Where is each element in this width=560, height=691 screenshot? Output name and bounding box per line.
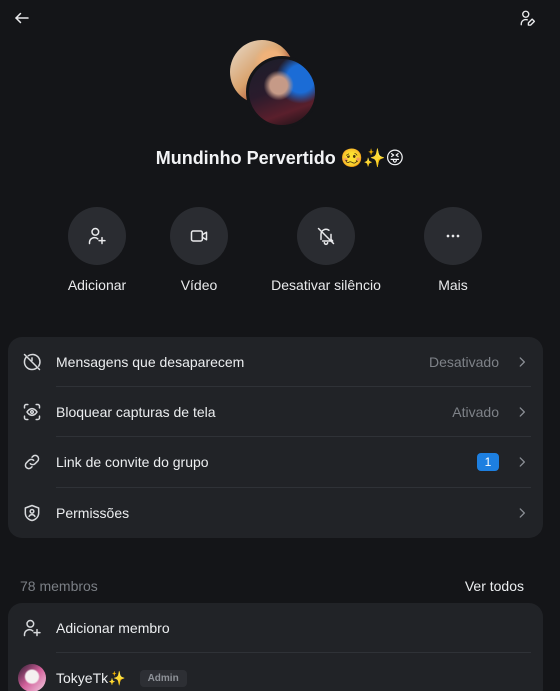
- video-action-circle[interactable]: [170, 207, 228, 265]
- members-header: 78 membros Ver todos: [20, 576, 524, 596]
- group-title: Mundinho Pervertido 🥴✨😝: [155, 148, 405, 168]
- member-row[interactable]: TokyeTk✨ Admin: [8, 653, 543, 691]
- more-action-circle[interactable]: [424, 207, 482, 265]
- add-action-circle[interactable]: [68, 207, 126, 265]
- action-bar: Adicionar Vídeo Desativar silêncio Mais: [0, 207, 560, 297]
- chevron-right-icon: [511, 355, 533, 369]
- edit-group-button[interactable]: [516, 6, 540, 30]
- shield-person-icon: [8, 503, 56, 523]
- block-screenshots-row[interactable]: Bloquear capturas de tela Ativado: [8, 387, 543, 437]
- more-action[interactable]: Mais: [383, 207, 523, 293]
- video-camera-icon: [190, 230, 208, 242]
- back-button[interactable]: [10, 6, 34, 30]
- add-member-row[interactable]: Adicionar membro: [8, 603, 543, 653]
- group-avatar-primary: [246, 56, 318, 128]
- members-card: Adicionar membro TokyeTk✨ Admin: [8, 603, 543, 691]
- permissions-row[interactable]: Permissões: [8, 488, 543, 538]
- more-action-label: Mais: [438, 277, 468, 293]
- disappearing-messages-row[interactable]: Mensagens que desaparecem Desativado: [8, 337, 543, 387]
- invite-link-label: Link de convite do grupo: [56, 454, 209, 470]
- group-avatar-stack[interactable]: [230, 40, 320, 130]
- chevron-right-icon: [511, 506, 533, 520]
- member-avatar-wrap: [8, 664, 56, 691]
- invite-link-badge: 1: [477, 453, 499, 471]
- unmute-action-label: Desativar silêncio: [271, 277, 381, 293]
- unmute-action-circle[interactable]: [297, 207, 355, 265]
- video-action-label: Vídeo: [180, 277, 218, 293]
- admin-badge: Admin: [139, 669, 187, 687]
- bell-off-icon: [317, 227, 335, 246]
- disappearing-messages-value: Desativado: [428, 354, 499, 370]
- timer-off-icon: [8, 352, 56, 372]
- see-all-members-link[interactable]: Ver todos: [465, 578, 524, 594]
- add-member-label: Adicionar membro: [56, 620, 170, 636]
- group-settings-card: Mensagens que desaparecem Desativado Blo…: [8, 337, 543, 538]
- permissions-label: Permissões: [56, 505, 130, 521]
- avatar: [18, 664, 46, 691]
- unmute-action[interactable]: Desativar silêncio: [256, 207, 396, 293]
- block-screenshots-label: Bloquear capturas de tela: [56, 404, 216, 420]
- chevron-right-icon: [511, 455, 533, 469]
- invite-link-row[interactable]: Link de convite do grupo 1: [8, 437, 543, 487]
- disappearing-messages-label: Mensagens que desaparecem: [56, 354, 245, 370]
- member-name: TokyeTk✨: [56, 669, 126, 686]
- members-count: 78 membros: [20, 578, 98, 594]
- arrow-left-icon: [15, 12, 29, 24]
- video-action[interactable]: Vídeo: [129, 207, 269, 293]
- person-edit-icon: [520, 10, 536, 26]
- screenshot-eye-icon: [8, 402, 56, 422]
- person-add-icon: [88, 227, 106, 245]
- person-add-icon: [8, 618, 56, 638]
- link-icon: [8, 452, 56, 472]
- chevron-right-icon: [511, 405, 533, 419]
- top-bar: [0, 0, 560, 36]
- block-screenshots-value: Ativado: [452, 404, 499, 420]
- more-horizontal-icon: [446, 234, 460, 238]
